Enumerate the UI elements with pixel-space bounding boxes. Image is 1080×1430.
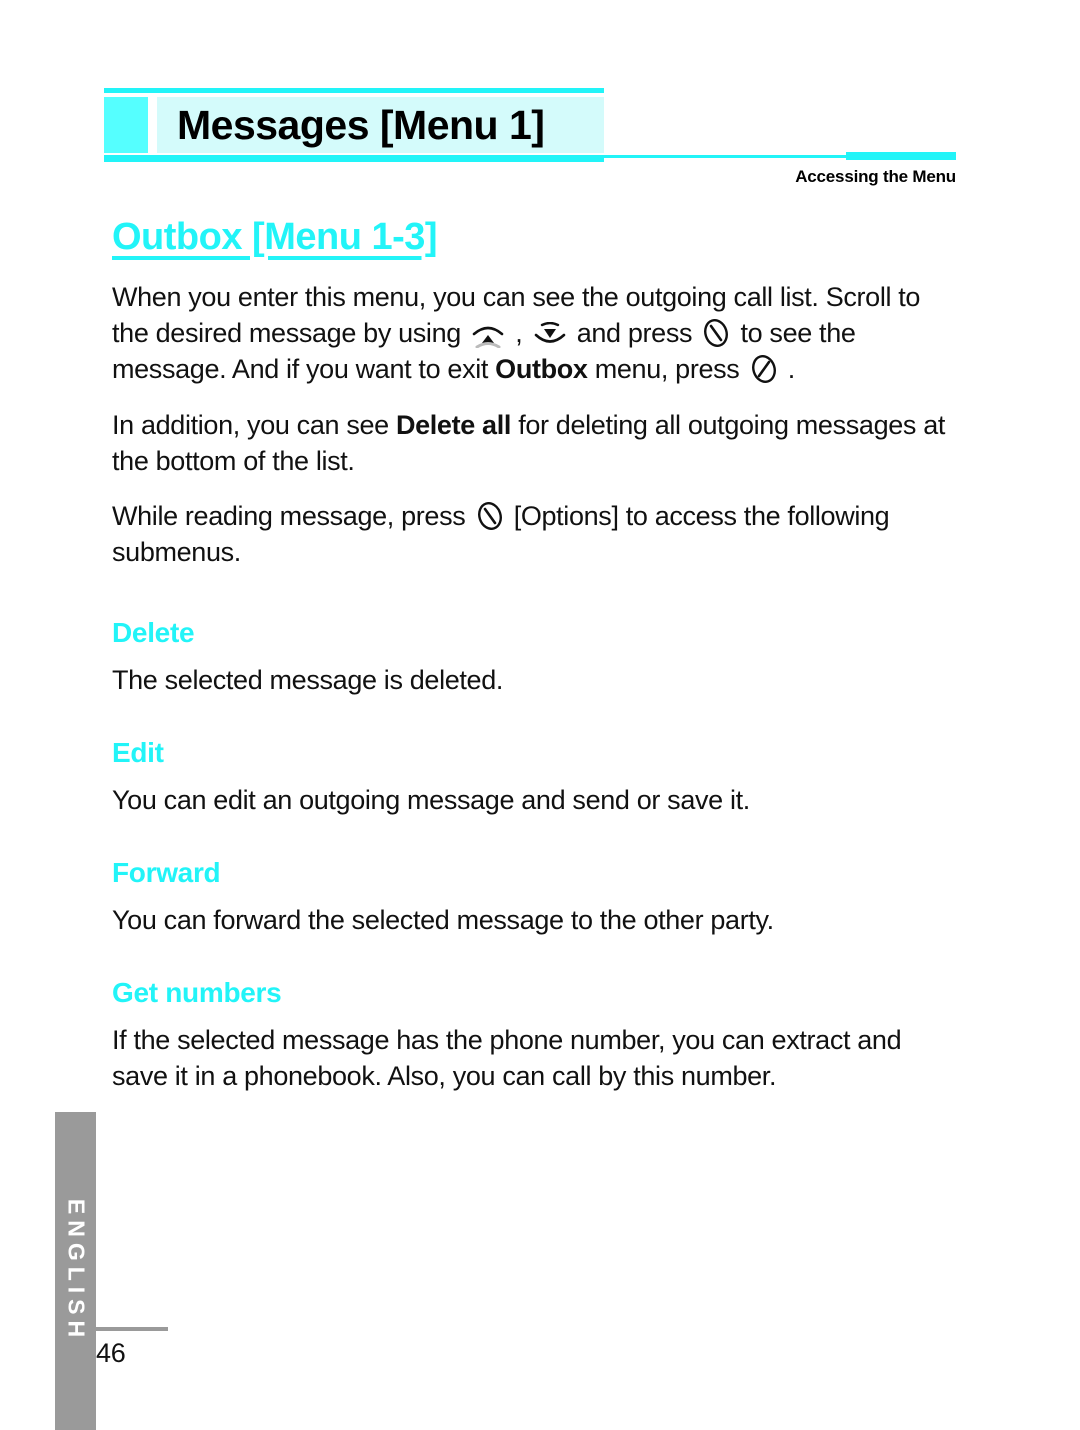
header-title-box: Messages [Menu 1]: [157, 97, 604, 153]
subsection-heading-forward: Forward: [112, 857, 221, 889]
paragraph-delete-all: In addition, you can see Delete all for …: [112, 408, 957, 480]
paragraph-intro: When you enter this menu, you can see th…: [112, 280, 957, 388]
language-tab: ENGLISH: [55, 1112, 96, 1430]
paragraph-intro-part-4: menu, press: [594, 353, 740, 384]
header-accent-swatch: [104, 97, 148, 153]
content-column: Outbox [Menu 1-3] When you enter this me…: [112, 216, 957, 1115]
running-head-thin-line: [104, 154, 846, 158]
header-top-rule: [104, 88, 604, 93]
page-number: 46: [96, 1338, 126, 1368]
subsection-body-forward: You can forward the selected message to …: [112, 905, 774, 936]
paragraph-intro-bold-outbox: Outbox: [495, 353, 588, 384]
running-head-thick-cap: [846, 152, 956, 160]
paragraph-intro-period: .: [787, 353, 796, 384]
down-navigation-key-icon: [533, 321, 567, 348]
paragraph-options: While reading message, press [Options] t…: [112, 499, 957, 571]
paragraph-delete-all-bold: Delete all: [395, 409, 512, 440]
running-head-label: Accessing the Menu: [795, 167, 956, 186]
end-call-key-icon: [750, 354, 778, 384]
header-band: Messages [Menu 1]: [104, 97, 604, 153]
running-head: Accessing the Menu: [104, 152, 956, 187]
subsection-body-get-numbers: If the selected message has the phone nu…: [112, 1024, 902, 1091]
paragraph-options-part-1: While reading message, press: [112, 501, 466, 532]
paragraph-intro-comma: ,: [515, 317, 523, 348]
running-head-rule: [104, 152, 956, 160]
options-key-icon: [476, 501, 504, 531]
footer-rule: [96, 1327, 168, 1331]
subsection-heading-edit: Edit: [112, 737, 164, 769]
paragraph-intro-part-2: and press: [576, 317, 693, 348]
header-gap: [148, 97, 157, 153]
send-call-key-icon: [702, 318, 730, 348]
subsection-body-delete: The selected message is deleted.: [112, 665, 504, 696]
section-heading: Outbox [Menu 1-3]: [112, 216, 438, 258]
language-tab-label: ENGLISH: [63, 1198, 89, 1344]
paragraph-delete-all-part-1: In addition, you can see: [112, 409, 389, 440]
subsection-heading-get-numbers: Get numbers: [112, 976, 282, 1008]
subsection-heading-delete: Delete: [112, 617, 195, 649]
page-title: Messages [Menu 1]: [177, 101, 545, 148]
subsection-body-edit: You can edit an outgoing message and sen…: [112, 785, 750, 816]
up-navigation-key-icon: [471, 322, 505, 348]
page-header: Messages [Menu 1]: [104, 88, 604, 162]
